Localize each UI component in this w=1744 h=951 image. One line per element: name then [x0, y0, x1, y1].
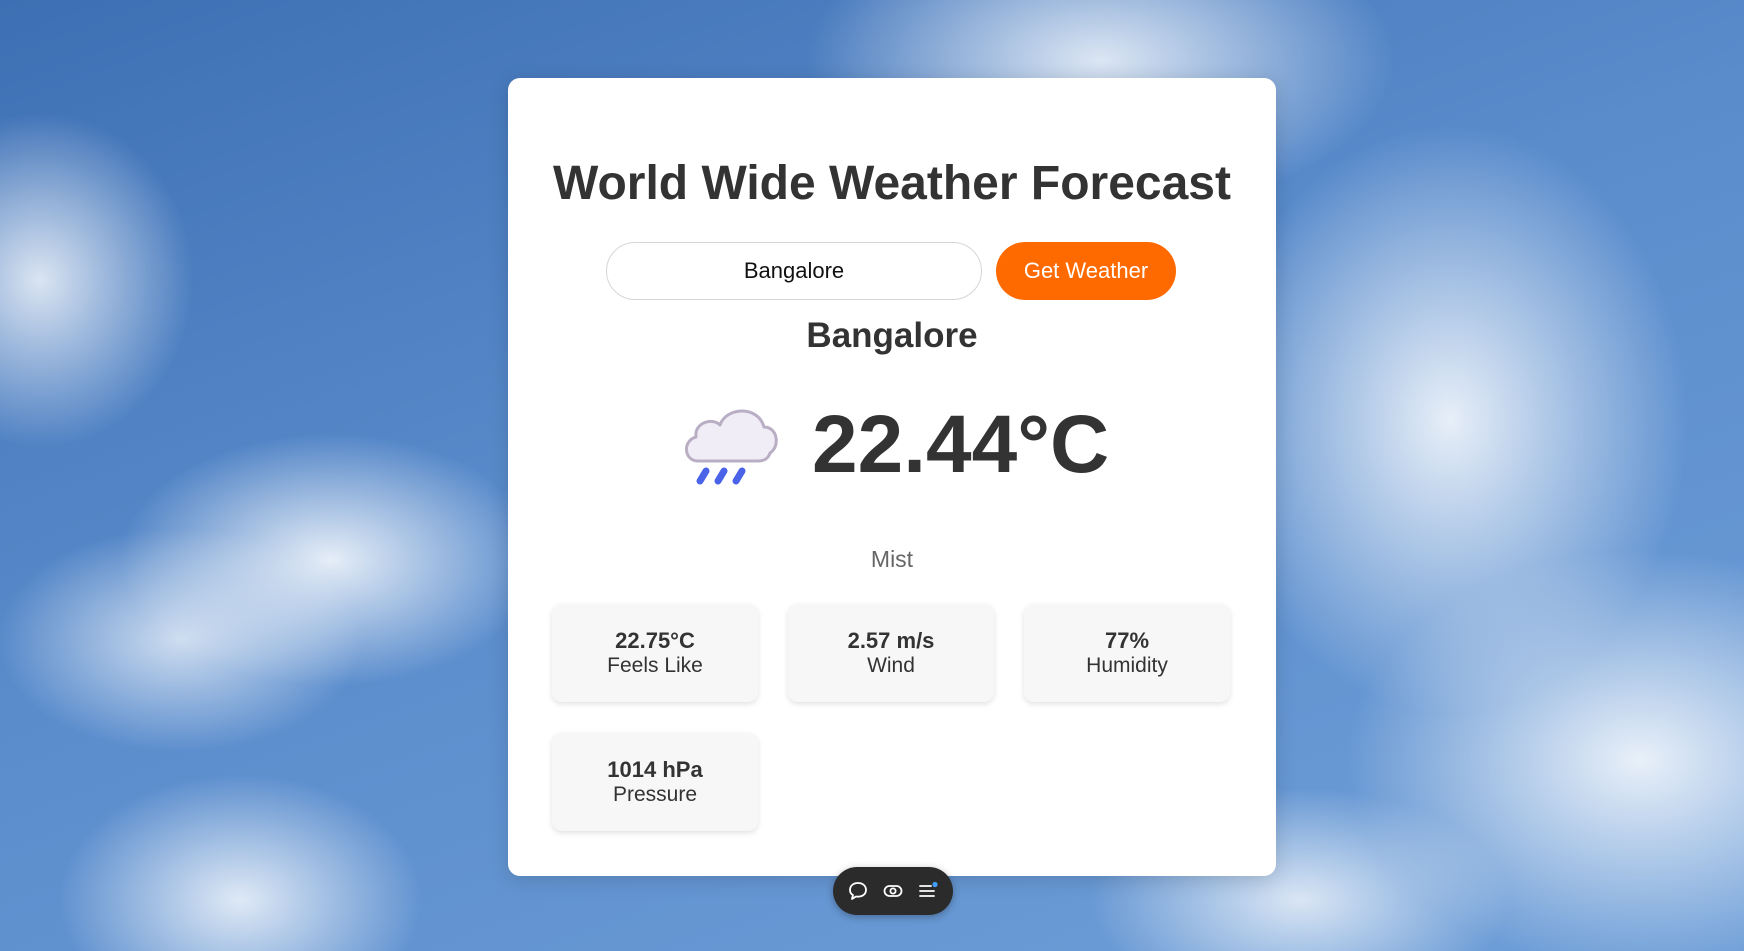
temperature-row: 22.44°C	[678, 390, 1118, 500]
stat-value: 1014 hPa	[607, 757, 703, 782]
search-row: Get Weather	[606, 242, 1178, 300]
stat-label: Feels Like	[607, 654, 703, 677]
stat-value: 22.75°C	[615, 628, 695, 653]
stat-card-wind: 2.57 m/s Wind	[788, 604, 994, 702]
page-title: World Wide Weather Forecast	[553, 157, 1231, 210]
menu-icon[interactable]	[917, 880, 939, 902]
stat-value: 2.57 m/s	[847, 628, 935, 653]
rain-cloud-icon	[685, 409, 778, 485]
stat-card-humidity: 77% Humidity	[1024, 604, 1230, 702]
stat-card-feels-like: 22.75°C Feels Like	[552, 604, 758, 702]
stat-value: 77%	[1104, 628, 1150, 653]
stat-label: Pressure	[612, 783, 698, 806]
stat-label: Wind	[867, 654, 915, 677]
comment-icon[interactable]	[847, 880, 869, 902]
floating-toolbar	[833, 867, 953, 915]
stat-label: Humidity	[1086, 654, 1168, 677]
weather-condition: Mist	[870, 546, 914, 572]
temperature-value: 22.44°C	[812, 399, 1110, 490]
eye-icon[interactable]	[882, 880, 904, 902]
city-name: Bangalore	[806, 316, 978, 355]
get-weather-button[interactable]: Get Weather	[996, 242, 1176, 300]
city-input[interactable]	[606, 242, 982, 300]
weather-card: World Wide Weather Forecast Get Weather …	[508, 78, 1276, 876]
stat-card-pressure: 1014 hPa Pressure	[552, 733, 758, 831]
